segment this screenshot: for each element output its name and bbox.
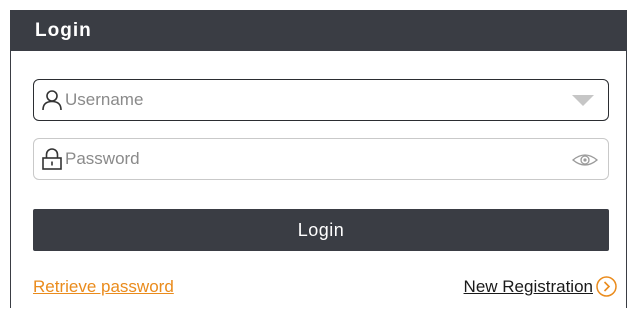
retrieve-password-link[interactable]: Retrieve password	[33, 277, 174, 297]
new-registration-link[interactable]: New Registration	[464, 277, 593, 297]
username-field[interactable]	[33, 79, 609, 121]
user-icon	[42, 90, 62, 111]
eye-icon[interactable]	[572, 152, 598, 168]
password-field[interactable]	[33, 138, 609, 180]
page-title: Login	[35, 20, 92, 41]
username-dropdown-icon[interactable]	[572, 95, 594, 106]
username-input[interactable]	[65, 80, 565, 120]
login-button[interactable]: Login	[33, 209, 609, 251]
login-panel: Login Login Retrieve password New Regist…	[10, 10, 627, 308]
login-header: Login	[11, 11, 626, 51]
chevron-right-circle-icon[interactable]	[596, 276, 617, 297]
lock-icon	[42, 148, 62, 170]
password-input[interactable]	[65, 139, 565, 179]
